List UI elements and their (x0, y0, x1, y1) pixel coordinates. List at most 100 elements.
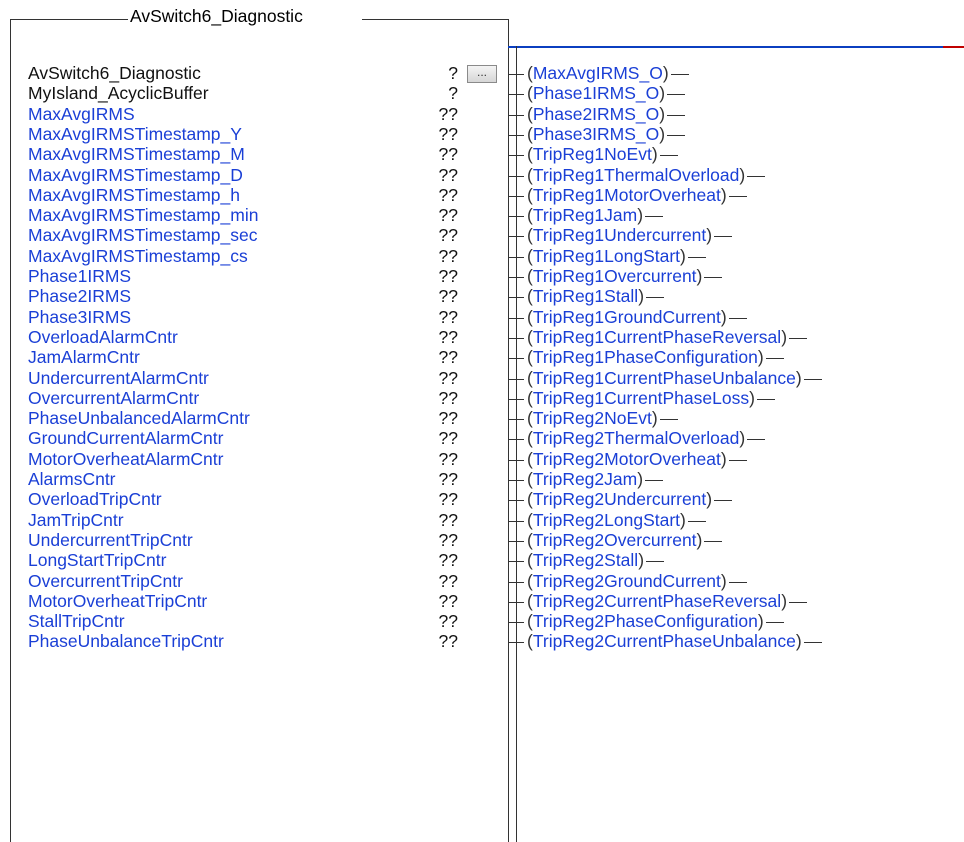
parameter-name[interactable]: Phase1IRMS (28, 267, 131, 286)
parameter-value[interactable]: ?? (426, 389, 458, 408)
parameter-name[interactable]: Phase2IRMS (28, 287, 131, 306)
parameter-name[interactable]: MaxAvgIRMSTimestamp_Y (28, 125, 242, 144)
coil-label: TripReg2PhaseConfiguration (532, 611, 758, 631)
output-coil[interactable]: (TripReg2PhaseConfiguration) (527, 612, 764, 631)
output-coil[interactable]: (TripReg1CurrentPhaseReversal) (527, 328, 787, 347)
coil-tail-line (660, 419, 678, 420)
parameter-value[interactable]: ? (430, 84, 458, 103)
parameter-value[interactable]: ?? (426, 531, 458, 550)
parameter-name[interactable]: Phase3IRMS (28, 308, 131, 327)
coil-label: TripReg1CurrentPhaseReversal (532, 327, 782, 347)
parameter-name[interactable]: MaxAvgIRMSTimestamp_D (28, 166, 243, 185)
output-coil[interactable]: (TripReg2LongStart) (527, 511, 686, 530)
parameter-value[interactable]: ?? (426, 348, 458, 367)
block-title[interactable]: AvSwitch6_Diagnostic (130, 6, 303, 27)
parameter-value[interactable]: ?? (426, 470, 458, 489)
parameter-name[interactable]: MaxAvgIRMS (28, 105, 135, 124)
output-coil[interactable]: (TripReg2GroundCurrent) (527, 572, 727, 591)
parameter-value[interactable]: ?? (426, 369, 458, 388)
coil-label: TripReg1CurrentPhaseUnbalance (532, 368, 796, 388)
output-coil[interactable]: (TripReg2Undercurrent) (527, 490, 712, 509)
output-coil[interactable]: (TripReg1LongStart) (527, 247, 686, 266)
output-coil[interactable]: (TripReg2Jam) (527, 470, 643, 489)
parameter-name[interactable]: MotorOverheatTripCntr (28, 592, 207, 611)
parameter-value[interactable]: ?? (426, 166, 458, 185)
parameter-name[interactable]: JamTripCntr (28, 511, 124, 530)
parameter-name[interactable]: AlarmsCntr (28, 470, 116, 489)
parameter-value[interactable]: ?? (426, 145, 458, 164)
coil-tail-line (704, 277, 722, 278)
parameter-value[interactable]: ?? (426, 429, 458, 448)
parameter-name[interactable]: GroundCurrentAlarmCntr (28, 429, 223, 448)
output-coil[interactable]: (TripReg1MotorOverheat) (527, 186, 727, 205)
output-coil[interactable]: (TripReg2MotorOverheat) (527, 450, 727, 469)
parameter-name[interactable]: MaxAvgIRMSTimestamp_min (28, 206, 258, 225)
parameter-name[interactable]: MaxAvgIRMSTimestamp_sec (28, 226, 258, 245)
parameter-value[interactable]: ?? (426, 287, 458, 306)
parameter-value[interactable]: ?? (426, 592, 458, 611)
parameter-value[interactable]: ?? (426, 612, 458, 631)
parameter-name[interactable]: OvercurrentTripCntr (28, 572, 183, 591)
parameter-value[interactable]: ?? (426, 328, 458, 347)
parameter-name[interactable]: PhaseUnbalanceTripCntr (28, 632, 224, 651)
parameter-name[interactable]: StallTripCntr (28, 612, 125, 631)
parameter-value[interactable]: ?? (426, 105, 458, 124)
parameter-value[interactable]: ?? (426, 632, 458, 651)
output-coil[interactable]: (Phase2IRMS_O) (527, 105, 665, 124)
parameter-value[interactable]: ?? (426, 125, 458, 144)
parameter-value[interactable]: ?? (426, 409, 458, 428)
coil-label: TripReg2Stall (532, 550, 639, 570)
output-coil[interactable]: (TripReg2NoEvt) (527, 409, 658, 428)
output-coil[interactable]: (TripReg1CurrentPhaseUnbalance) (527, 369, 802, 388)
parameter-name[interactable]: MaxAvgIRMSTimestamp_M (28, 145, 245, 164)
parameter-name[interactable]: UndercurrentAlarmCntr (28, 369, 209, 388)
output-coil[interactable]: (TripReg2Stall) (527, 551, 644, 570)
parameter-value[interactable]: ?? (426, 511, 458, 530)
output-coil[interactable]: (TripReg2ThermalOverload) (527, 429, 745, 448)
parameter-name[interactable]: OvercurrentAlarmCntr (28, 389, 199, 408)
parameter-value[interactable]: ?? (426, 247, 458, 266)
parameter-name[interactable]: AvSwitch6_Diagnostic (28, 64, 201, 83)
output-coil[interactable]: (TripReg1Jam) (527, 206, 643, 225)
parameter-name[interactable]: MaxAvgIRMSTimestamp_h (28, 186, 240, 205)
parameter-name[interactable]: MyIsland_AcyclicBuffer (28, 84, 209, 103)
coil-right-bracket: ) (795, 631, 802, 651)
output-coil[interactable]: (TripReg1CurrentPhaseLoss) (527, 389, 755, 408)
parameter-name[interactable]: PhaseUnbalancedAlarmCntr (28, 409, 250, 428)
output-coil[interactable]: (TripReg2CurrentPhaseUnbalance) (527, 632, 802, 651)
coil-label: Phase2IRMS_O (532, 104, 660, 124)
output-coil[interactable]: (Phase1IRMS_O) (527, 84, 665, 103)
output-coil[interactable]: (TripReg1Stall) (527, 287, 644, 306)
output-coil[interactable]: (TripReg1ThermalOverload) (527, 166, 745, 185)
parameter-name[interactable]: MaxAvgIRMSTimestamp_cs (28, 247, 248, 266)
parameter-value[interactable]: ?? (426, 267, 458, 286)
parameter-value[interactable]: ?? (426, 226, 458, 245)
parameter-name[interactable]: MotorOverheatAlarmCntr (28, 450, 223, 469)
output-coil[interactable]: (TripReg1Overcurrent) (527, 267, 702, 286)
output-coil[interactable]: (TripReg1PhaseConfiguration) (527, 348, 764, 367)
parameter-name[interactable]: LongStartTripCntr (28, 551, 166, 570)
parameter-value[interactable]: ? (430, 64, 458, 83)
parameter-value[interactable]: ?? (426, 206, 458, 225)
parameter-name[interactable]: JamAlarmCntr (28, 348, 140, 367)
browse-ellipsis-button[interactable]: ... (467, 65, 497, 83)
parameter-value[interactable]: ?? (426, 450, 458, 469)
parameter-value[interactable]: ?? (426, 551, 458, 570)
output-coil[interactable]: (TripReg2Overcurrent) (527, 531, 702, 550)
output-coil[interactable]: (Phase3IRMS_O) (527, 125, 665, 144)
parameter-value[interactable]: ?? (426, 186, 458, 205)
parameter-name[interactable]: OverloadAlarmCntr (28, 328, 178, 347)
parameter-name[interactable]: OverloadTripCntr (28, 490, 162, 509)
parameter-value[interactable]: ?? (426, 490, 458, 509)
output-coil[interactable]: (TripReg2CurrentPhaseReversal) (527, 592, 787, 611)
parameter-value[interactable]: ?? (426, 308, 458, 327)
output-coil[interactable]: (MaxAvgIRMS_O) (527, 64, 669, 83)
output-coil[interactable]: (TripReg1Undercurrent) (527, 226, 712, 245)
output-coil[interactable]: (TripReg1NoEvt) (527, 145, 658, 164)
coil-right-bracket: ) (720, 449, 727, 469)
coil-tail-line (671, 74, 689, 75)
coil-right-bracket: ) (659, 124, 666, 144)
output-coil[interactable]: (TripReg1GroundCurrent) (527, 308, 727, 327)
parameter-value[interactable]: ?? (426, 572, 458, 591)
parameter-name[interactable]: UndercurrentTripCntr (28, 531, 193, 550)
